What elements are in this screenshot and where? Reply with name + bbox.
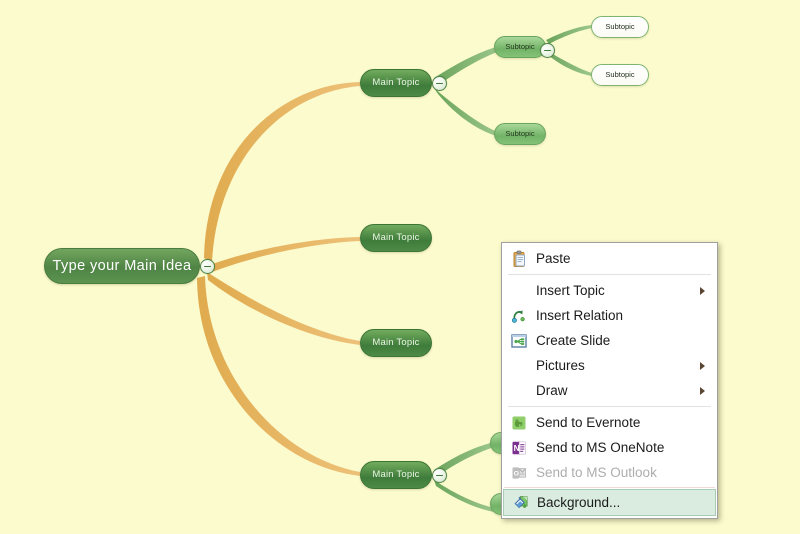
node-subtopic-4-label: Subtopic: [605, 70, 635, 80]
empty-icon-slot: [502, 278, 536, 303]
node-main-topic-4-label: Main Topic: [372, 469, 420, 481]
node-subtopic-3-label: Subtopic: [605, 22, 635, 32]
evernote-icon: [502, 410, 536, 435]
menu-item-insert-relation-label: Insert Relation: [536, 307, 624, 323]
branch-root-main3: [207, 272, 360, 345]
empty-icon-slot: [502, 378, 536, 403]
collapse-toggle-main-4[interactable]: [432, 468, 447, 483]
branch-root-main4: [197, 276, 360, 476]
clipboard-icon: [502, 246, 536, 271]
menu-item-draw[interactable]: Draw: [502, 378, 717, 403]
menu-item-pictures-label: Pictures: [536, 357, 585, 373]
node-main-topic-1-label: Main Topic: [372, 77, 420, 89]
menu-separator-2: [508, 406, 711, 407]
menu-item-send-to-ms-outlook-label: Send to MS Outlook: [536, 464, 657, 480]
menu-item-create-slide-label: Create Slide: [536, 332, 611, 348]
menu-item-send-to-ms-onenote-label: Send to MS OneNote: [536, 439, 665, 455]
paint-bucket-icon: [504, 490, 537, 515]
menu-item-insert-relation[interactable]: Insert Relation: [502, 303, 717, 328]
menu-item-send-to-ms-onenote[interactable]: N Send to MS OneNote: [502, 435, 717, 460]
menu-item-send-to-ms-outlook: O Send to MS Outlook: [502, 460, 717, 485]
collapse-toggle-main-1[interactable]: [432, 76, 447, 91]
node-main-topic-3-label: Main Topic: [372, 337, 420, 349]
svg-text:N: N: [514, 443, 520, 453]
branch-main4-sub6: [434, 480, 494, 512]
onenote-icon: N: [502, 435, 536, 460]
collapse-toggle-root[interactable]: [200, 259, 215, 274]
node-subtopic-1[interactable]: Subtopic: [494, 36, 546, 58]
node-subtopic-4[interactable]: Subtopic: [591, 64, 649, 86]
menu-item-pictures[interactable]: Pictures: [502, 353, 717, 378]
node-main-topic-4[interactable]: Main Topic: [360, 461, 432, 489]
node-root-label: Type your Main Idea: [52, 257, 192, 274]
menu-item-send-to-evernote-label: Send to Evernote: [536, 414, 641, 430]
node-subtopic-2[interactable]: Subtopic: [494, 123, 546, 145]
menu-item-paste[interactable]: Paste: [502, 246, 717, 271]
menu-item-create-slide[interactable]: Create Slide: [502, 328, 717, 353]
menu-item-background-label: Background...: [537, 494, 621, 510]
menu-separator-3: [504, 487, 715, 488]
branch-sub1-sub3: [546, 25, 592, 44]
relation-icon: [502, 303, 536, 328]
menu-item-paste-label: Paste: [536, 250, 571, 266]
context-menu[interactable]: Paste Insert Topic Insert Relation Creat…: [501, 242, 718, 519]
outlook-icon: O: [502, 460, 536, 485]
node-subtopic-2-label: Subtopic: [505, 129, 535, 139]
svg-text:O: O: [514, 470, 519, 477]
menu-item-insert-topic[interactable]: Insert Topic: [502, 278, 717, 303]
node-main-topic-3[interactable]: Main Topic: [360, 329, 432, 357]
node-subtopic-3[interactable]: Subtopic: [591, 16, 649, 38]
menu-item-insert-topic-label: Insert Topic: [536, 282, 605, 298]
collapse-toggle-subtopic-1[interactable]: [540, 43, 555, 58]
branch-main1-sub2: [434, 88, 500, 137]
slide-icon: [502, 328, 536, 353]
chevron-right-icon: [700, 386, 705, 395]
mindmap-canvas[interactable]: Type your Main Idea Main Topic Main Topi…: [0, 0, 800, 534]
node-main-topic-1[interactable]: Main Topic: [360, 69, 432, 97]
menu-item-send-to-evernote[interactable]: Send to Evernote: [502, 410, 717, 435]
node-main-topic-2[interactable]: Main Topic: [360, 224, 432, 252]
menu-item-draw-label: Draw: [536, 382, 568, 398]
empty-icon-slot: [502, 353, 536, 378]
node-subtopic-1-label: Subtopic: [505, 42, 535, 52]
node-main-topic-2-label: Main Topic: [372, 232, 420, 244]
chevron-right-icon: [700, 286, 705, 295]
branch-root-main2: [207, 237, 360, 272]
node-root[interactable]: Type your Main Idea: [44, 248, 200, 284]
chevron-right-icon: [700, 361, 705, 370]
branch-root-main1: [204, 82, 360, 262]
menu-item-background[interactable]: Background...: [503, 489, 716, 516]
menu-separator-1: [508, 274, 711, 275]
